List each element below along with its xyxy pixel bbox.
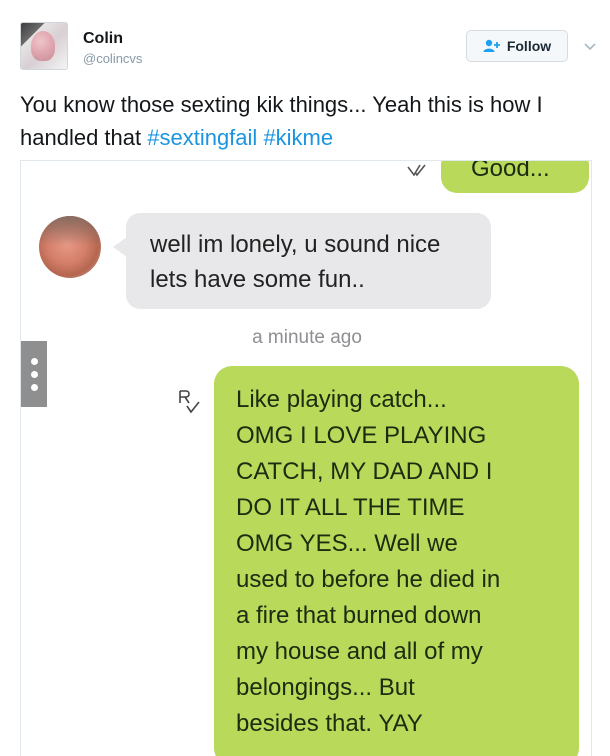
- message-line: a fire that burned down: [236, 602, 482, 629]
- author-avatar[interactable]: [20, 22, 68, 70]
- message-line: besides that. YAY: [236, 710, 423, 737]
- message-line: belongings... But: [236, 674, 415, 701]
- author-handle[interactable]: @colincvs: [83, 51, 142, 66]
- message-line: OMG YES... Well we: [236, 530, 458, 557]
- incoming-message: well im lonely, u sound nice lets have s…: [126, 213, 491, 309]
- tweet-text: You know those sexting kik things... Yea…: [20, 88, 600, 154]
- outgoing-message: Like playing catch... OMG I LOVE PLAYING…: [214, 366, 579, 756]
- follow-label: Follow: [506, 38, 552, 54]
- hashtag-link[interactable]: #kikme: [263, 125, 333, 150]
- message-timestamp: a minute ago: [252, 327, 362, 348]
- incoming-bubble-tail: [113, 237, 127, 257]
- message-line: my house and all of my: [236, 638, 483, 665]
- message-line: DO IT ALL THE TIME: [236, 494, 465, 521]
- follow-button[interactable]: Follow: [466, 30, 568, 62]
- add-user-icon: [483, 39, 500, 52]
- sender-avatar: [39, 216, 101, 278]
- chevron-down-icon[interactable]: [582, 38, 598, 54]
- tweet-header: Colin @colincvs Follow: [0, 0, 610, 84]
- author-name[interactable]: Colin: [83, 30, 123, 48]
- hashtag-link[interactable]: #sextingfail: [147, 125, 257, 150]
- message-line: Like playing catch...: [236, 386, 447, 413]
- read-receipt-icon: [407, 164, 426, 177]
- more-dots-icon[interactable]: [21, 341, 47, 407]
- message-line: CATCH, MY DAD AND I: [236, 458, 493, 485]
- outgoing-message-partial: Good...: [441, 161, 589, 193]
- message-line: used to before he died in: [236, 566, 501, 593]
- message-line: OMG I LOVE PLAYING: [236, 422, 487, 449]
- chat-screenshot[interactable]: Good... well im lonely, u sound nice let…: [20, 160, 592, 756]
- read-receipt-icon: [179, 390, 200, 414]
